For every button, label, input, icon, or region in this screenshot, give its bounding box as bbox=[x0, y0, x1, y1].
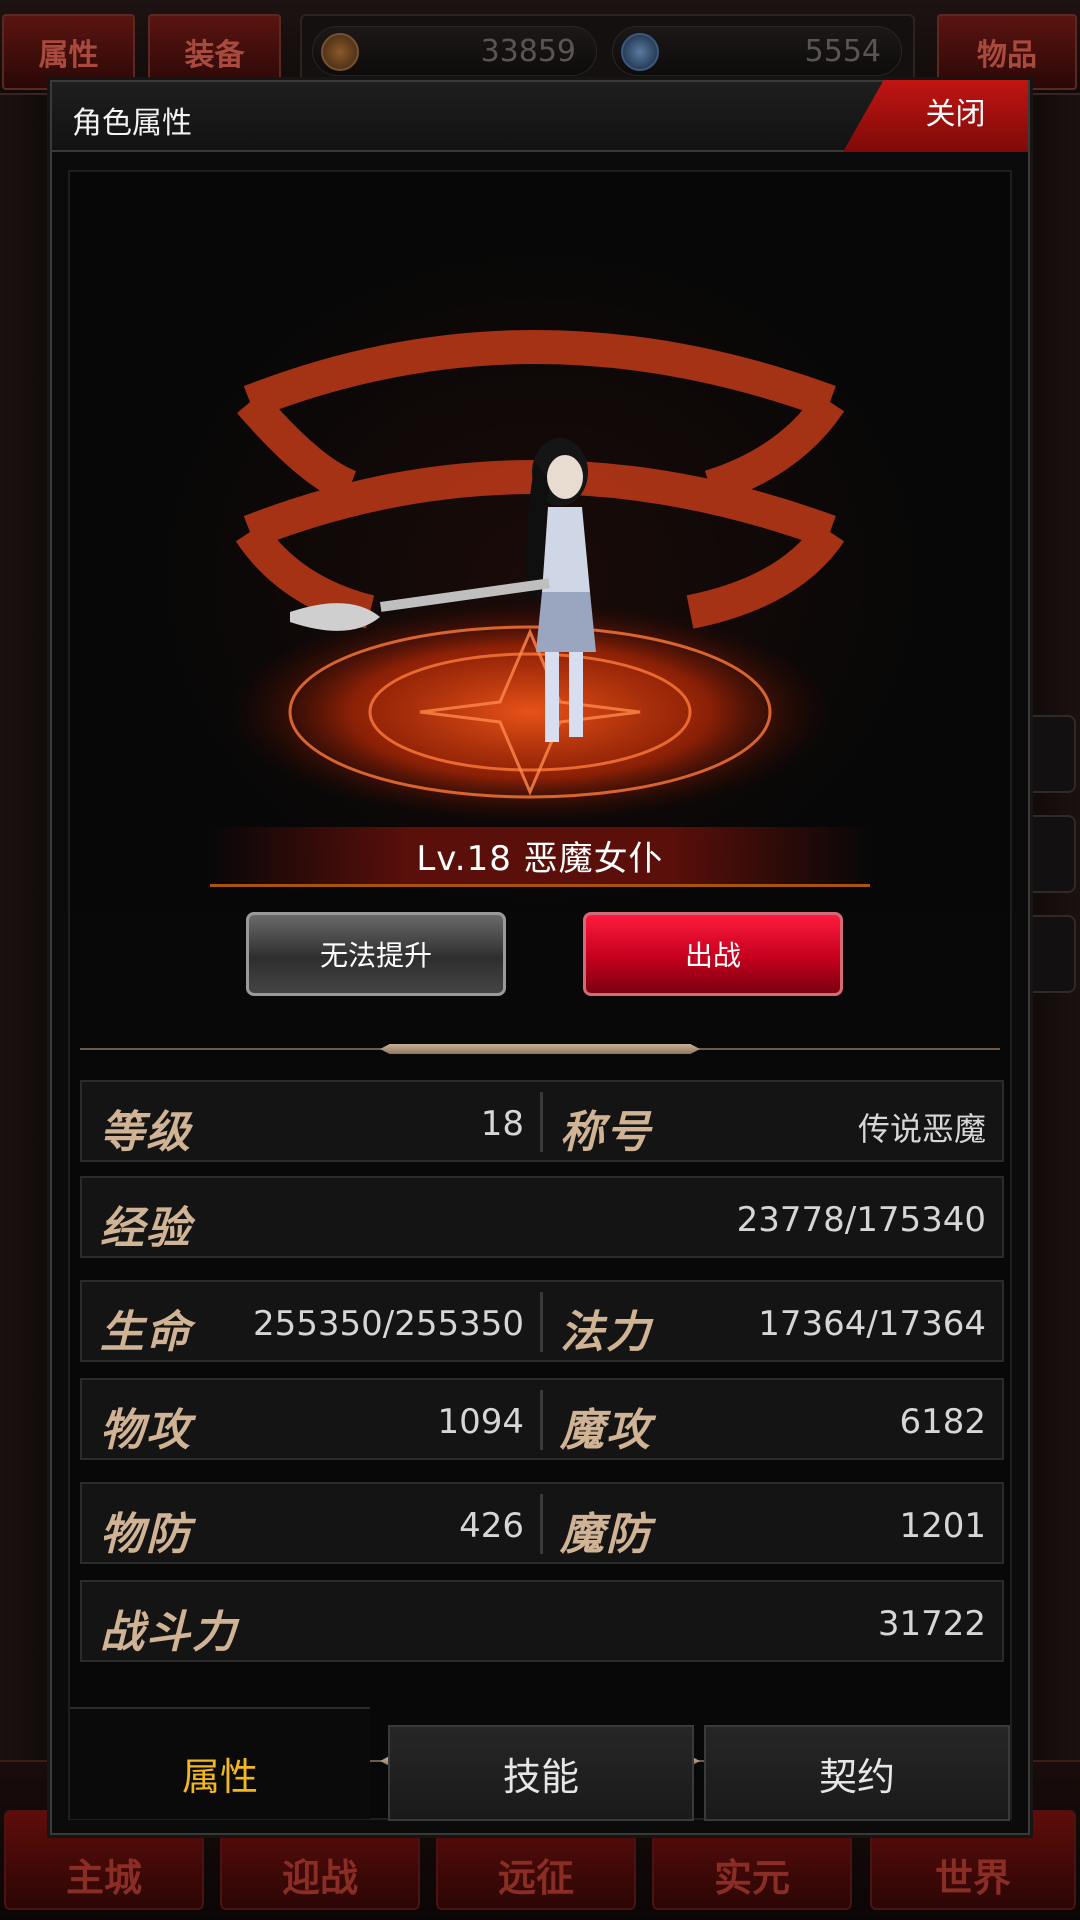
stat-separator bbox=[540, 1390, 543, 1450]
physical-defense-label: 物防 bbox=[100, 1509, 192, 1560]
stat-row-level-title: 等级 18 称号 传说恶魔 bbox=[80, 1080, 1004, 1162]
stat-row-combat-power: 战斗力 31722 bbox=[80, 1580, 1004, 1662]
hud-tab-items[interactable]: 物品 bbox=[937, 14, 1077, 90]
magic-defense-label: 魔防 bbox=[560, 1509, 652, 1560]
physical-attack-value: 1094 bbox=[437, 1402, 524, 1442]
gold-coin-icon bbox=[321, 33, 359, 71]
mp-value: 17364/17364 bbox=[758, 1304, 986, 1344]
stat-row-attack: 物攻 1094 魔攻 6182 bbox=[80, 1378, 1004, 1460]
character-name-banner: Lv.18 恶魔女仆 bbox=[210, 827, 870, 887]
magic-attack-label: 魔攻 bbox=[560, 1405, 652, 1456]
combat-power-label: 战斗力 bbox=[100, 1607, 238, 1658]
title-label: 称号 bbox=[560, 1107, 652, 1158]
stat-separator bbox=[540, 1092, 543, 1152]
gold-counter: 33859 bbox=[312, 26, 597, 76]
physical-defense-value: 426 bbox=[459, 1506, 524, 1546]
dialog-title: 角色属性 bbox=[72, 106, 192, 141]
title-value: 传说恶魔 bbox=[857, 1110, 986, 1148]
exp-label: 经验 bbox=[100, 1203, 192, 1254]
resource-bar: 33859 5554 bbox=[300, 14, 915, 84]
tab-attributes[interactable]: 属性 bbox=[70, 1707, 370, 1819]
dialog-body: Lv.18 恶魔女仆 无法提升 出战 等级 18 称号 传说恶魔 经验 2377… bbox=[68, 170, 1012, 1820]
soul-counter: 5554 bbox=[612, 26, 902, 76]
tab-contract[interactable]: 契约 bbox=[704, 1725, 1010, 1821]
character-portrait bbox=[230, 330, 845, 822]
tab-skills[interactable]: 技能 bbox=[388, 1725, 694, 1821]
magic-attack-value: 6182 bbox=[899, 1402, 986, 1442]
soul-value: 5554 bbox=[804, 33, 881, 69]
stat-row-defense: 物防 426 魔防 1201 bbox=[80, 1482, 1004, 1564]
character-stage: Lv.18 恶魔女仆 bbox=[70, 172, 1010, 912]
side-button-3[interactable] bbox=[1026, 915, 1076, 993]
gold-value: 33859 bbox=[480, 33, 576, 69]
hud-tab-equipment[interactable]: 装备 bbox=[148, 14, 281, 90]
mp-label: 法力 bbox=[560, 1307, 652, 1358]
dialog-header: 角色属性 关闭 bbox=[52, 80, 1028, 152]
stat-separator bbox=[540, 1494, 543, 1554]
level-value: 18 bbox=[480, 1104, 524, 1144]
hp-label: 生命 bbox=[100, 1307, 192, 1358]
physical-attack-label: 物攻 bbox=[100, 1405, 192, 1456]
side-button-1[interactable] bbox=[1026, 715, 1076, 793]
level-label: 等级 bbox=[100, 1107, 192, 1158]
skull-icon bbox=[621, 33, 659, 71]
right-panel bbox=[1022, 95, 1080, 1795]
character-attributes-dialog: 角色属性 关闭 Lv.18 恶魔女仆 无法提升 出战 等级 18 称号 传说恶魔… bbox=[50, 80, 1030, 1835]
side-button-2[interactable] bbox=[1026, 815, 1076, 893]
close-button[interactable]: 关闭 bbox=[843, 80, 1028, 152]
stat-row-exp: 经验 23778/175340 bbox=[80, 1176, 1004, 1258]
divider-top bbox=[80, 1048, 1000, 1050]
upgrade-button[interactable]: 无法提升 bbox=[246, 912, 506, 996]
magic-defense-value: 1201 bbox=[899, 1506, 986, 1546]
stat-separator bbox=[540, 1292, 543, 1352]
combat-power-value: 31722 bbox=[877, 1604, 986, 1644]
deploy-button[interactable]: 出战 bbox=[583, 912, 843, 996]
hp-value: 255350/255350 bbox=[252, 1304, 524, 1344]
hud-tab-attributes[interactable]: 属性 bbox=[2, 14, 135, 90]
exp-value: 23778/175340 bbox=[736, 1200, 986, 1240]
stat-row-hp-mp: 生命 255350/255350 法力 17364/17364 bbox=[80, 1280, 1004, 1362]
